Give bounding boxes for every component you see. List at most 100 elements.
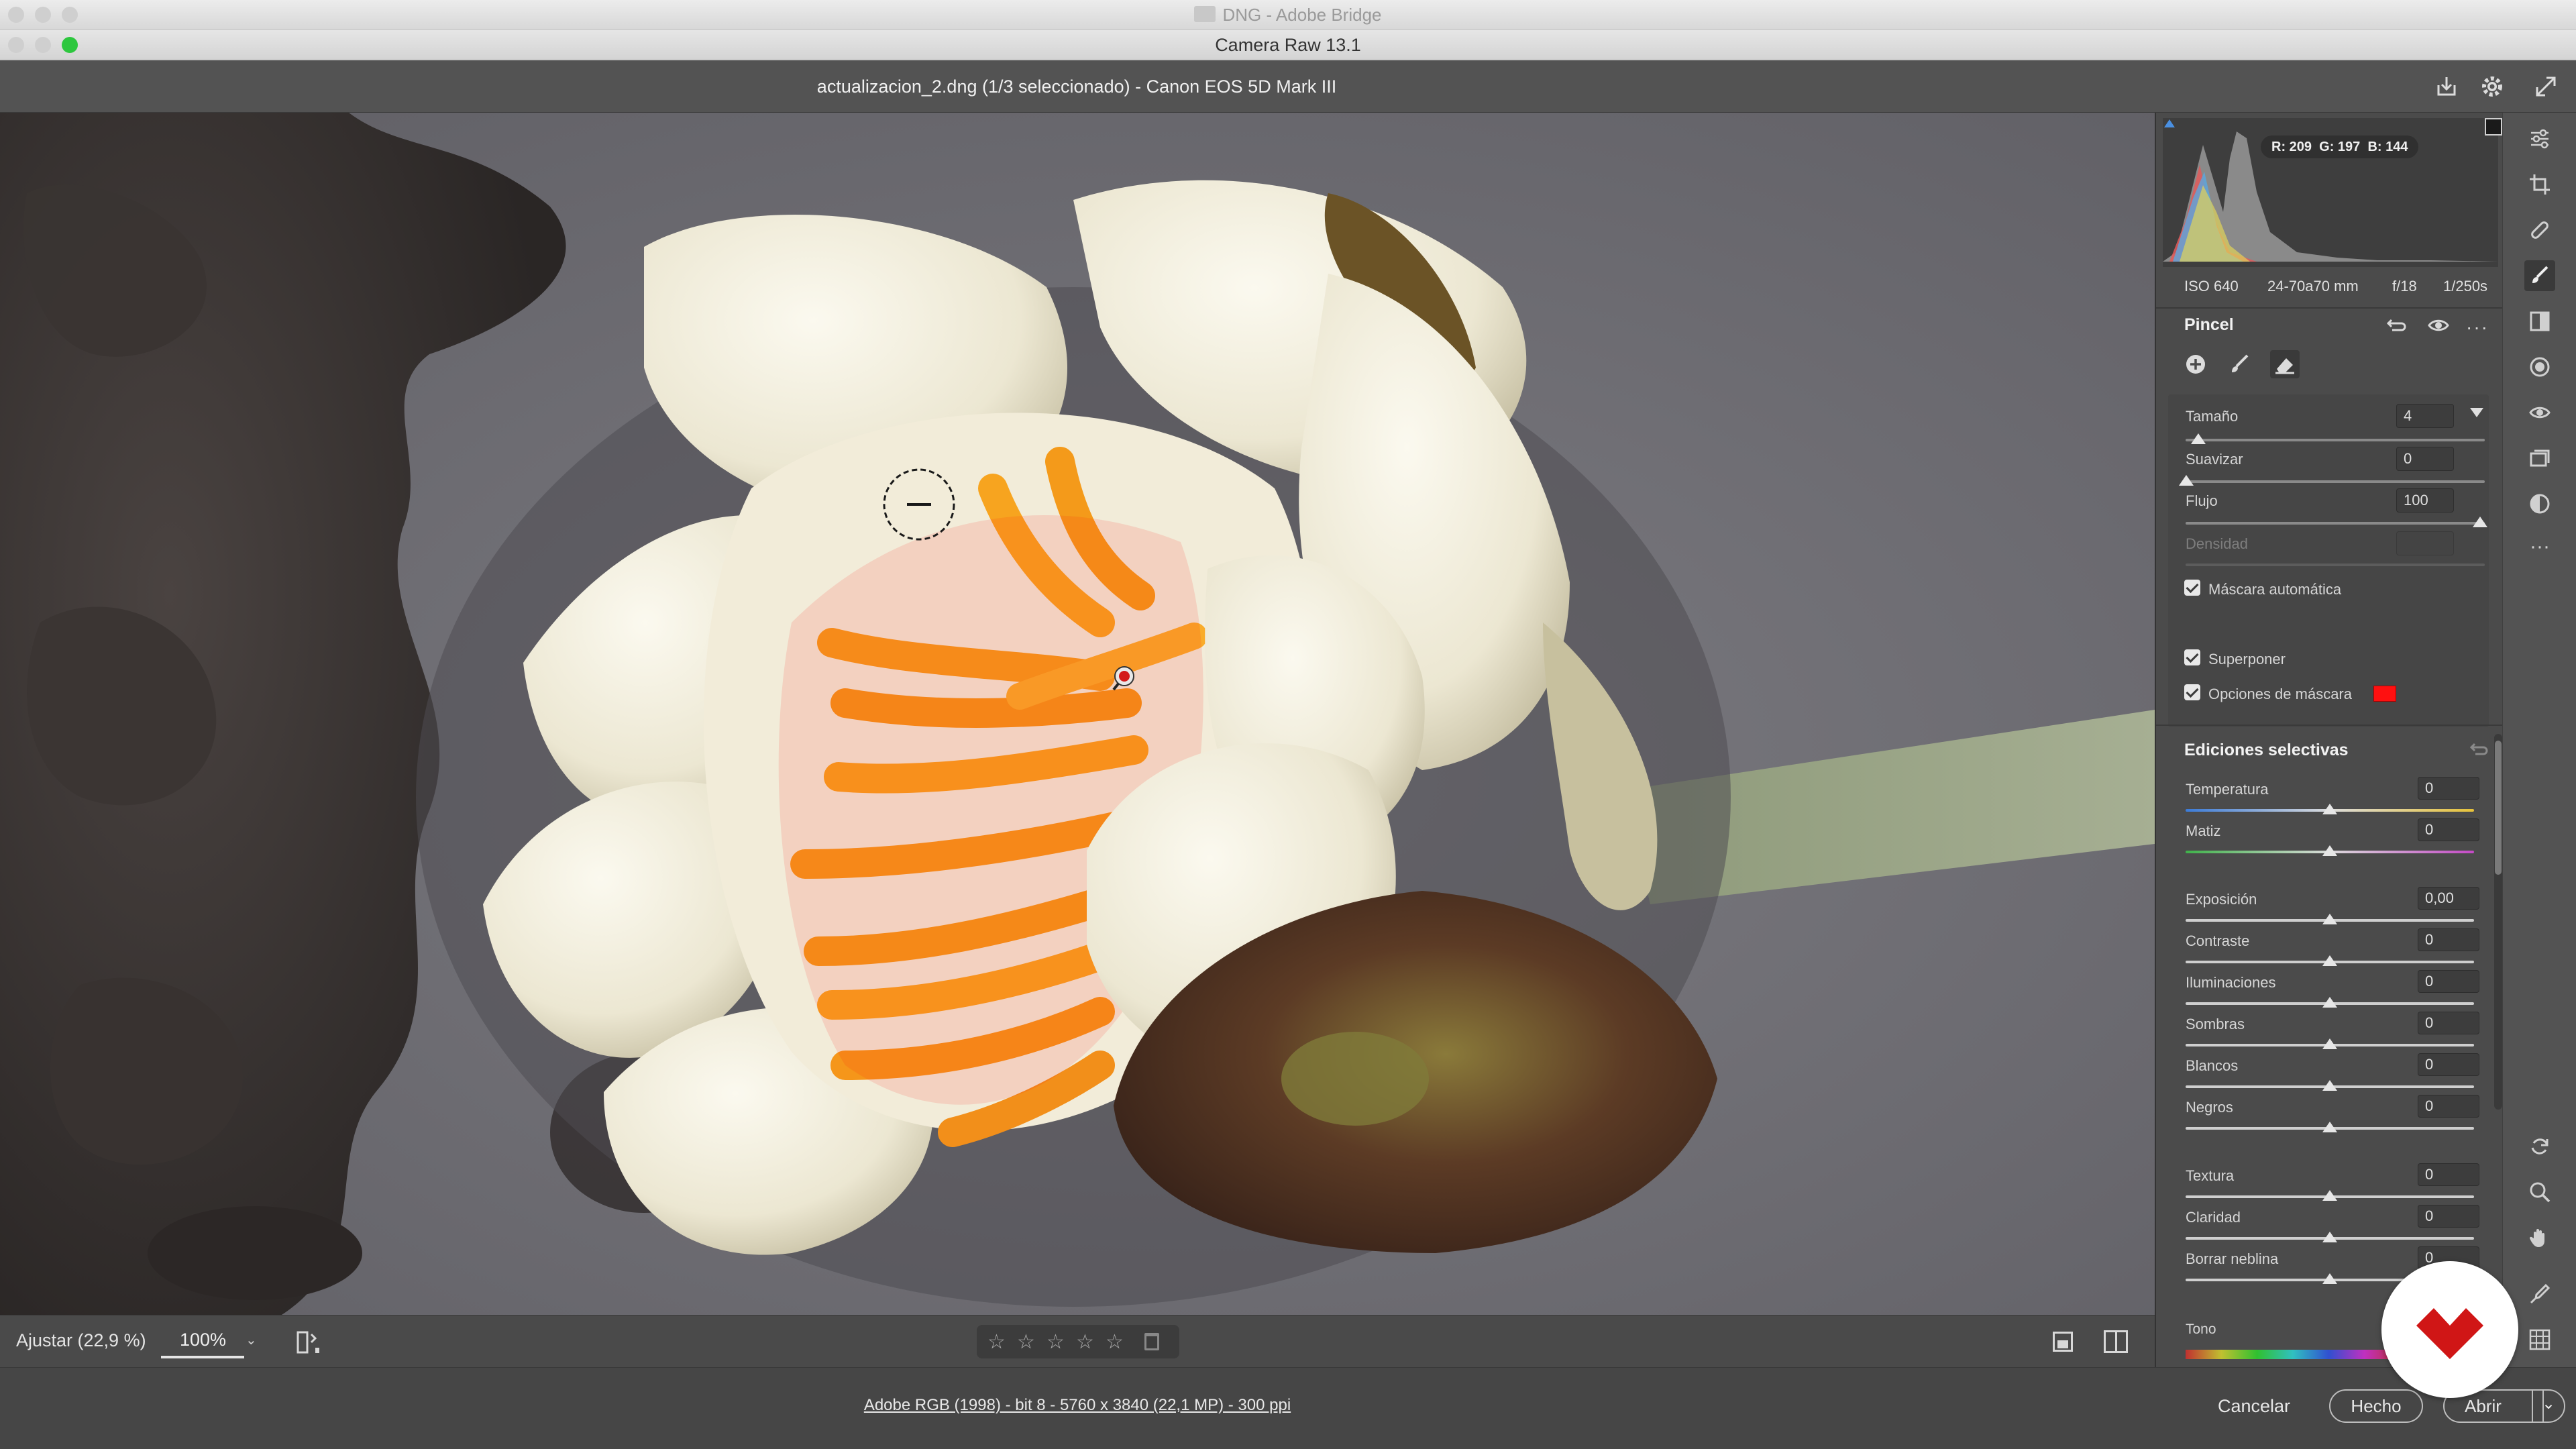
feather-slider-thumb[interactable]	[2179, 475, 2194, 486]
shadows-input[interactable]: 0	[2418, 1012, 2479, 1034]
rgb-readout: R: 209 G: 197 B: 144	[2261, 136, 2419, 158]
visibility-eye-icon[interactable]	[2427, 314, 2450, 337]
temperature-input[interactable]: 0	[2418, 777, 2479, 800]
crop-icon[interactable]	[2524, 169, 2555, 200]
view-toolbar: Ajustar (22,9 %) 100% ⌄ ☆ ☆ ☆ ☆ ☆	[0, 1315, 2155, 1367]
open-options-chevron-down-icon[interactable]: ⌄	[2532, 1389, 2565, 1423]
edit-sliders-icon[interactable]	[2524, 123, 2555, 154]
radial-filter-icon[interactable]	[2524, 352, 2555, 382]
more-tools-icon[interactable]: ···	[2524, 531, 2555, 562]
tint-slider-thumb[interactable]	[2322, 845, 2337, 856]
selective-edits-title: Ediciones selectivas	[2184, 741, 2349, 759]
contrast-input[interactable]: 0	[2418, 928, 2479, 951]
overlay-checkbox[interactable]	[2184, 649, 2200, 665]
size-input[interactable]: 4	[2396, 404, 2454, 428]
texture-input[interactable]: 0	[2418, 1163, 2479, 1186]
brush-paint-icon[interactable]	[2229, 353, 2251, 376]
blacks-slider-thumb[interactable]	[2322, 1122, 2337, 1132]
tint-input[interactable]: 0	[2418, 818, 2479, 841]
exif-shutter: 1/250s	[2443, 278, 2488, 294]
footer-bar: Adobe RGB (1998) - bit 8 - 5760 x 3840 (…	[0, 1367, 2576, 1449]
highlights-label: Iluminaciones	[2186, 974, 2276, 991]
add-brush-icon[interactable]	[2184, 353, 2207, 376]
document-title: actualizacion_2.dng (1/3 seleccionado) -…	[816, 76, 1337, 97]
adjustment-brush-icon[interactable]	[2524, 260, 2555, 291]
tone-hue-slider[interactable]	[2186, 1350, 2400, 1359]
shadows-slider-thumb[interactable]	[2322, 1038, 2337, 1049]
presets-icon[interactable]	[2524, 488, 2555, 519]
star-1-icon[interactable]: ☆	[987, 1330, 1006, 1354]
cancel-button[interactable]: Cancelar	[2218, 1396, 2290, 1417]
highlights-slider-thumb[interactable]	[2322, 997, 2337, 1008]
star-4-icon[interactable]: ☆	[1076, 1330, 1094, 1354]
save-icon[interactable]	[2431, 71, 2462, 102]
texture-slider-thumb[interactable]	[2322, 1190, 2337, 1201]
single-view-icon[interactable]	[2053, 1332, 2073, 1352]
shadow-clipping-icon[interactable]	[2163, 118, 2175, 129]
fit-zoom-label[interactable]: Ajustar (22,9 %)	[16, 1330, 146, 1351]
red-eye-icon[interactable]	[2524, 397, 2555, 428]
star-2-icon[interactable]: ☆	[1017, 1330, 1035, 1354]
contrast-slider-thumb[interactable]	[2322, 955, 2337, 966]
highlight-clipping-icon[interactable]	[2485, 118, 2502, 136]
filmstrip-toggle-icon[interactable]	[295, 1330, 322, 1356]
trash-icon[interactable]	[1144, 1333, 1159, 1350]
tone-label: Tono	[2186, 1322, 2216, 1337]
temperature-slider-thumb[interactable]	[2322, 804, 2337, 814]
flow-slider-thumb[interactable]	[2473, 517, 2487, 527]
flow-input[interactable]: 100	[2396, 488, 2454, 513]
mask-options-checkbox[interactable]	[2184, 684, 2200, 700]
healing-icon[interactable]	[2524, 215, 2555, 246]
feather-input[interactable]: 0	[2396, 447, 2454, 471]
flow-slider[interactable]	[2186, 522, 2485, 525]
color-sampler-icon[interactable]	[2524, 1279, 2555, 1309]
auto-mask-checkbox[interactable]	[2184, 580, 2200, 596]
tool-rail: ···	[2502, 113, 2576, 1367]
size-slider-thumb[interactable]	[2191, 433, 2206, 444]
zoom-chevron-down-icon[interactable]: ⌄	[246, 1332, 257, 1348]
graduated-filter-icon[interactable]	[2524, 306, 2555, 337]
size-dropdown-icon[interactable]	[2470, 408, 2483, 417]
temperature-label: Temperatura	[2186, 781, 2269, 798]
eraser-icon[interactable]	[2270, 350, 2300, 378]
shadows-label: Sombras	[2186, 1016, 2245, 1032]
clarity-slider-thumb[interactable]	[2322, 1232, 2337, 1242]
histogram: R: 209 G: 197 B: 144	[2163, 118, 2502, 267]
snapshots-icon[interactable]	[2524, 443, 2555, 474]
rotate-icon[interactable]	[2524, 1131, 2555, 1162]
grid-icon[interactable]	[2524, 1324, 2555, 1355]
reset-brush-icon[interactable]	[2384, 314, 2407, 337]
density-slider	[2186, 564, 2485, 566]
size-slider[interactable]	[2186, 439, 2485, 441]
star-3-icon[interactable]: ☆	[1046, 1330, 1065, 1354]
fullscreen-icon[interactable]	[2530, 71, 2561, 102]
folder-icon	[1194, 6, 1216, 23]
exif-lens: 24-70a70 mm	[2267, 278, 2359, 294]
zoom-level-field[interactable]: 100%	[161, 1325, 244, 1358]
before-after-view-icon[interactable]	[2104, 1330, 2128, 1353]
panel-scrollbar[interactable]	[2494, 734, 2502, 1110]
feather-slider[interactable]	[2186, 480, 2485, 483]
highlights-input[interactable]: 0	[2418, 970, 2479, 993]
hand-tool-icon[interactable]	[2524, 1222, 2555, 1253]
brush-options: Tamaño 4 Suavizar 0 Flujo 100 Densidad M…	[2168, 394, 2489, 727]
whites-slider-thumb[interactable]	[2322, 1080, 2337, 1091]
settings-gear-icon[interactable]	[2477, 71, 2508, 102]
clarity-label: Claridad	[2186, 1209, 2241, 1226]
more-options-icon[interactable]: ···	[2466, 317, 2489, 338]
file-info-link[interactable]: Adobe RGB (1998) - bit 8 - 5760 x 3840 (…	[0, 1396, 2155, 1415]
blacks-input[interactable]: 0	[2418, 1095, 2479, 1118]
image-preview[interactable]	[0, 113, 2155, 1315]
bridge-window-titlebar: DNG - Adobe Bridge	[0, 0, 2576, 30]
mask-color-swatch[interactable]	[2373, 686, 2396, 702]
dehaze-slider-thumb[interactable]	[2322, 1273, 2337, 1284]
reset-selective-icon[interactable]	[2467, 739, 2490, 759]
brand-logo-icon	[2381, 1261, 2518, 1398]
clarity-input[interactable]: 0	[2418, 1205, 2479, 1228]
exposure-slider-thumb[interactable]	[2322, 914, 2337, 924]
exposure-input[interactable]: 0,00	[2418, 887, 2479, 910]
blacks-label: Negros	[2186, 1099, 2233, 1116]
whites-input[interactable]: 0	[2418, 1053, 2479, 1076]
star-5-icon[interactable]: ☆	[1106, 1330, 1124, 1354]
zoom-tool-icon[interactable]	[2524, 1177, 2555, 1208]
